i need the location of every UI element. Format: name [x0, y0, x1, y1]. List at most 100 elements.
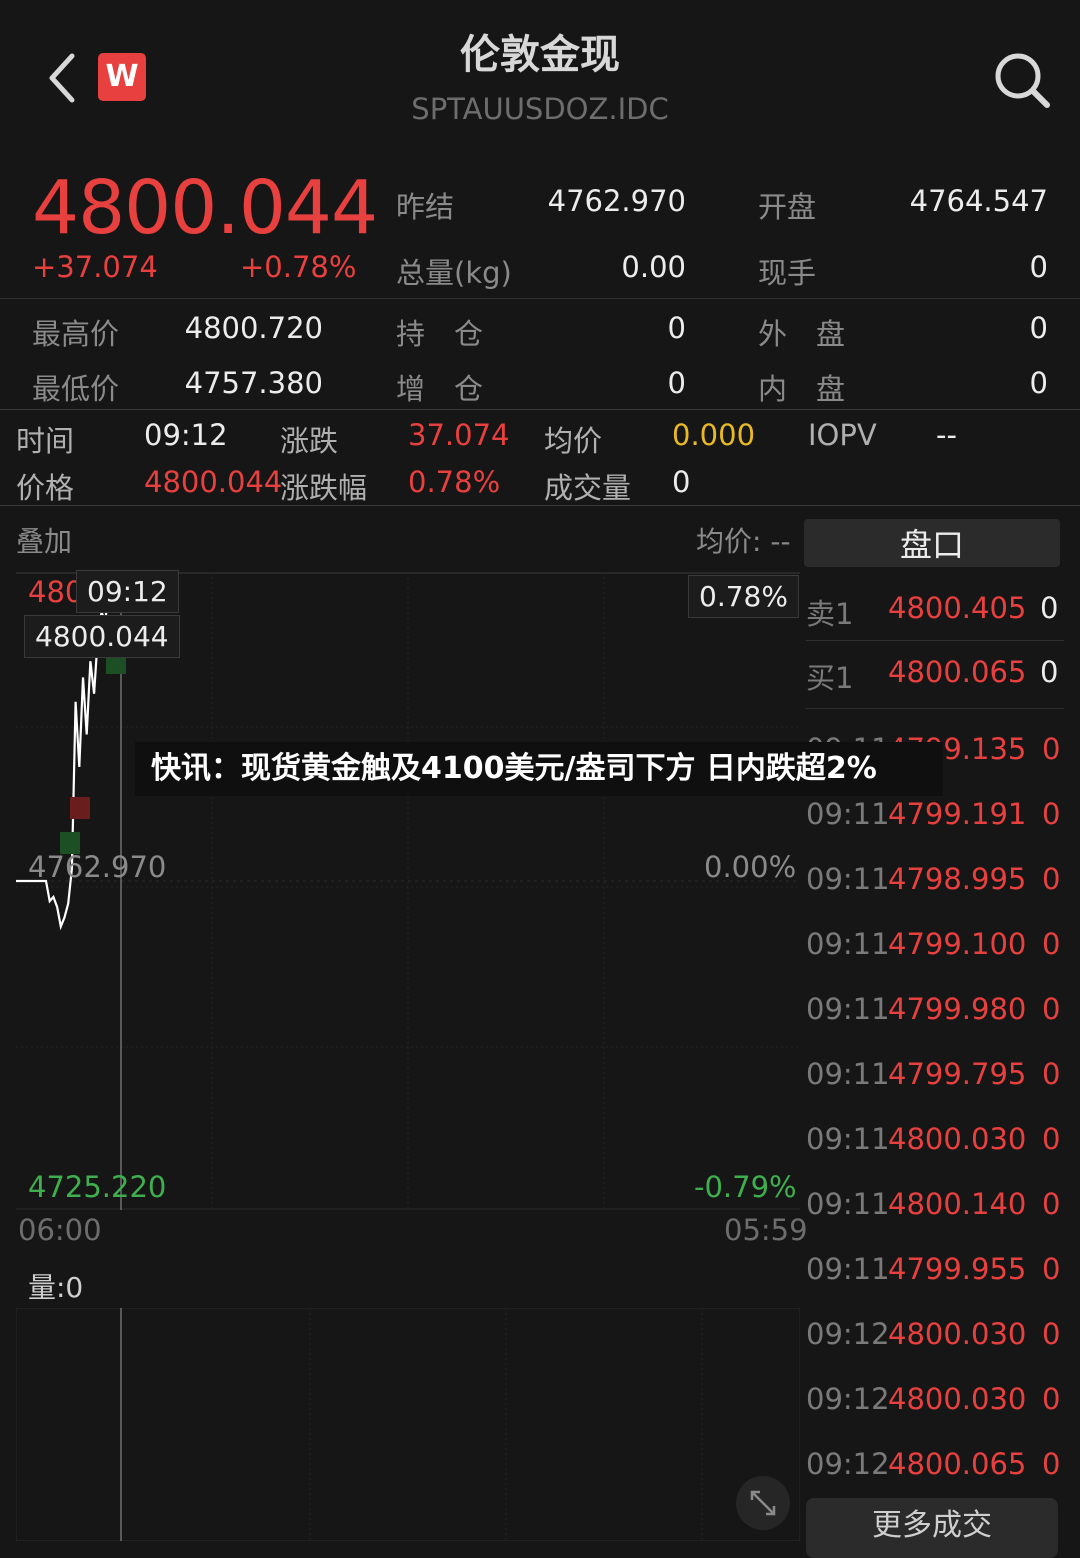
- trade-vol: 0: [1042, 992, 1061, 1026]
- trade-vol: 0: [1042, 1187, 1061, 1221]
- prev-close-value: 4762.970: [547, 184, 686, 218]
- trade-time: 09:11: [806, 927, 890, 961]
- divider: [0, 505, 1080, 506]
- trade-time: 09:11: [806, 1187, 890, 1221]
- divider: [0, 298, 1080, 299]
- high-value: 4800.720: [184, 311, 323, 345]
- trade-time: 09:11: [806, 862, 890, 896]
- add-label: 增 仓: [396, 372, 484, 406]
- sell1-label: 卖1: [806, 597, 854, 631]
- iopv-value: --: [936, 418, 957, 452]
- price-change: +37.074: [32, 250, 158, 284]
- search-icon[interactable]: [992, 50, 1052, 110]
- trade-time: 09:12: [806, 1382, 890, 1416]
- chg-pct-value: 0.78%: [408, 465, 501, 499]
- trade-vol: 0: [1042, 1382, 1061, 1416]
- chart-bottom-pct: -0.79%: [694, 1170, 797, 1204]
- chart-end-time: 05:59: [724, 1213, 808, 1247]
- trade-time: 09:11: [806, 1252, 890, 1286]
- chg-label: 涨跌: [280, 424, 339, 458]
- trade-price: 4800.140: [888, 1187, 1027, 1221]
- marker-red: [70, 797, 90, 819]
- intraday-chart[interactable]: [16, 572, 800, 1210]
- chart-bottom-price: 4725.220: [28, 1170, 167, 1204]
- volume-label: 总量(kg): [396, 256, 512, 290]
- inner-label: 内 盘: [758, 372, 846, 406]
- volume-chart-label: 量:0: [28, 1271, 84, 1304]
- trade-time: 09:11: [806, 1122, 890, 1156]
- trade-price: 4799.955: [888, 1252, 1027, 1286]
- high-label: 最高价: [32, 317, 120, 351]
- expand-icon[interactable]: [736, 1476, 790, 1530]
- trade-price: 4800.030: [888, 1382, 1027, 1416]
- outer-label: 外 盘: [758, 317, 846, 351]
- divider: [0, 409, 1080, 410]
- chart-mid-pct: 0.00%: [704, 850, 797, 884]
- more-trades-button[interactable]: 更多成交: [806, 1498, 1058, 1558]
- divider: [806, 640, 1064, 641]
- trade-price: 4799.191: [888, 797, 1027, 831]
- trade-vol: 0: [1042, 797, 1061, 831]
- open-value: 4764.547: [909, 184, 1048, 218]
- volume-chart: [16, 1308, 800, 1541]
- trade-price: 4800.030: [888, 1317, 1027, 1351]
- low-value: 4757.380: [184, 366, 323, 400]
- chg-value: 37.074: [408, 418, 510, 452]
- trade-price: 4798.995: [888, 862, 1027, 896]
- cur-hand-label: 现手: [758, 256, 817, 290]
- vol-label: 成交量: [544, 471, 632, 505]
- price-change-pct: +0.78%: [240, 250, 357, 284]
- cursor-time-tip: 09:12: [76, 570, 179, 613]
- trade-price: 4800.065: [888, 1447, 1027, 1481]
- iopv-label: IOPV: [808, 418, 877, 452]
- outer-value: 0: [1029, 311, 1048, 345]
- low-label: 最低价: [32, 372, 120, 406]
- cur-hand-value: 0: [1029, 250, 1048, 284]
- add-value: 0: [667, 366, 686, 400]
- overlay-button[interactable]: 叠加: [16, 520, 72, 560]
- time-value: 09:12: [144, 418, 228, 452]
- buy1-label: 买1: [806, 661, 854, 695]
- trade-vol: 0: [1042, 862, 1061, 896]
- price-value: 4800.044: [144, 465, 283, 499]
- trade-time: 09:11: [806, 992, 890, 1026]
- sell1-price: 4800.405: [888, 591, 1027, 625]
- trade-vol: 0: [1042, 1447, 1061, 1481]
- chg-pct-label: 涨跌幅: [280, 471, 368, 505]
- trade-price: 4800.030: [888, 1122, 1027, 1156]
- trade-vol: 0: [1042, 1252, 1061, 1286]
- hold-value: 0: [667, 311, 686, 345]
- chart-grid: [16, 572, 800, 1210]
- trade-vol: 0: [1042, 1317, 1061, 1351]
- news-headline[interactable]: 快讯：现货黄金触及4100美元/盎司下方 日内跌超2%: [135, 742, 943, 796]
- hold-label: 持 仓: [396, 317, 484, 351]
- cursor-price-tip: 4800.044: [24, 615, 180, 658]
- price-label: 价格: [16, 471, 75, 505]
- trade-vol: 0: [1042, 732, 1061, 766]
- open-label: 开盘: [758, 190, 817, 224]
- volume-value: 0.00: [621, 250, 686, 284]
- trade-vol: 0: [1042, 1122, 1061, 1156]
- trade-time: 09:11: [806, 1057, 890, 1091]
- prev-close-label: 昨结: [396, 190, 455, 224]
- divider: [806, 708, 1064, 709]
- inner-value: 0: [1029, 366, 1048, 400]
- vol-value: 0: [672, 465, 691, 499]
- pankou-tab[interactable]: 盘口: [804, 519, 1060, 567]
- avg-price-label: 均价: --: [696, 525, 791, 558]
- trade-price: 4799.100: [888, 927, 1027, 961]
- trade-time: 09:12: [806, 1317, 890, 1351]
- chart-start-time: 06:00: [18, 1213, 102, 1247]
- buy1-price: 4800.065: [888, 655, 1027, 689]
- time-label: 时间: [16, 424, 75, 458]
- page-title: 伦敦金现: [460, 32, 620, 78]
- chart-mid-price: 4762.970: [28, 850, 167, 884]
- buy1-vol: 0: [1040, 655, 1059, 689]
- trade-price: 4799.795: [888, 1057, 1027, 1091]
- trade-time: 09:11: [806, 797, 890, 831]
- avg-value: 0.000: [672, 418, 756, 452]
- current-price: 4800.044: [32, 165, 378, 251]
- chart-top-pct: 0.78%: [688, 575, 799, 618]
- trade-price: 4799.980: [888, 992, 1027, 1026]
- trade-vol: 0: [1042, 927, 1061, 961]
